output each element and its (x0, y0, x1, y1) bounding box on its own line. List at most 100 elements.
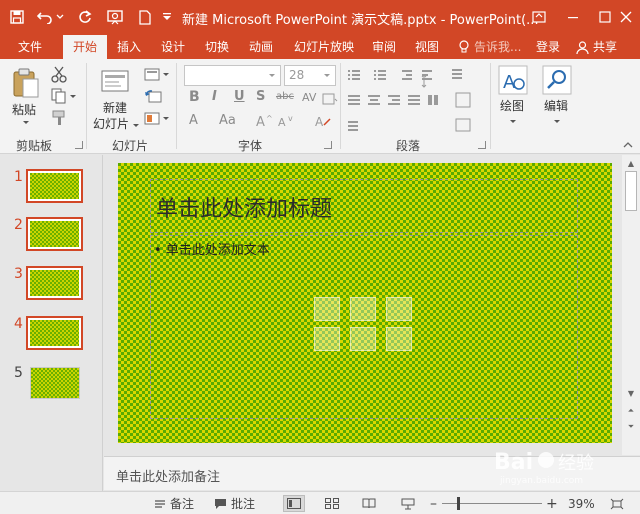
tab-view[interactable]: 视图 (406, 35, 448, 59)
reset-icon[interactable] (144, 89, 162, 105)
layout-icon[interactable] (144, 67, 170, 83)
insert-video-icon[interactable] (386, 327, 412, 351)
shadow-button[interactable]: S (256, 89, 265, 104)
editing-dropdown-icon[interactable] (552, 115, 562, 123)
svg-text:A: A (278, 116, 286, 129)
paragraph-dialog-launcher[interactable] (478, 141, 486, 149)
clipboard-group-label: 剪贴板 (16, 139, 53, 153)
search-icon[interactable] (542, 65, 572, 95)
paste-icon[interactable] (12, 67, 40, 99)
notes-toggle-label: 备注 (170, 497, 195, 511)
paste-dropdown-icon[interactable] (17, 117, 35, 127)
bold-button[interactable]: B (189, 89, 200, 105)
format-painter-icon[interactable] (50, 109, 68, 127)
minimize-icon[interactable] (560, 4, 586, 30)
tab-transitions[interactable]: 切换 (196, 35, 238, 59)
zoom-slider-thumb[interactable] (457, 497, 460, 510)
collapse-ribbon-icon[interactable] (622, 139, 634, 149)
tab-insert[interactable]: 插入 (108, 35, 150, 59)
insert-online-picture-icon[interactable] (350, 327, 376, 351)
save-icon[interactable] (6, 6, 28, 28)
zoom-level[interactable]: 39% (568, 495, 595, 512)
tell-me-box[interactable]: 告诉我... (458, 35, 521, 59)
comments-toggle-label: 批注 (231, 497, 256, 511)
slideshow-view-icon[interactable] (397, 495, 419, 512)
thumbnail-number: 3 (14, 266, 23, 282)
insert-picture-icon[interactable] (314, 327, 340, 351)
ribbon-display-options-icon[interactable] (526, 4, 552, 30)
italic-button[interactable]: I (212, 89, 217, 104)
customize-toolbar-icon[interactable] (156, 6, 178, 28)
strikethrough-button[interactable]: abc (276, 91, 294, 102)
scroll-up-icon[interactable]: ▲ (625, 157, 637, 169)
normal-view-icon[interactable] (283, 495, 305, 512)
vertical-scrollbar[interactable]: ▲ ▼ ⏶ ⏷ (622, 155, 640, 455)
slide-thumbnail-5[interactable] (30, 367, 80, 399)
comments-toggle-button[interactable]: 批注 (214, 495, 255, 512)
svg-text:v: v (288, 114, 293, 123)
tab-home[interactable]: 开始 (63, 35, 107, 59)
notes-placeholder[interactable]: 单击此处添加备注 (116, 466, 220, 485)
close-icon[interactable] (616, 4, 636, 30)
copy-icon[interactable] (50, 87, 78, 105)
new-slide-dropdown-icon[interactable] (131, 119, 141, 127)
new-document-icon[interactable] (134, 6, 156, 28)
title-placeholder[interactable]: 单击此处添加标题 (156, 191, 332, 223)
cut-icon[interactable] (50, 65, 68, 83)
tab-file[interactable]: 文件 (8, 35, 52, 59)
thumbnail-image (30, 221, 79, 247)
content-placeholder[interactable]: • 单击此处添加文本 (154, 239, 270, 258)
slide-thumbnail-1[interactable] (26, 169, 83, 203)
increase-decrease-font-icon[interactable]: A ^ Av (254, 113, 298, 130)
insert-chart-icon[interactable] (350, 297, 376, 321)
tab-animations[interactable]: 动画 (240, 35, 282, 59)
underline-button[interactable]: U (234, 89, 245, 104)
clear-formatting-icon[interactable]: A (314, 113, 332, 129)
notes-toggle-button[interactable]: 备注 (154, 495, 194, 512)
font-name-input[interactable] (184, 65, 281, 86)
slide-thumbnail-3[interactable] (26, 266, 83, 300)
drawing-dropdown-icon[interactable] (508, 115, 518, 123)
previous-slide-icon[interactable]: ⏶ (625, 405, 637, 417)
new-slide-label-1: 新建 (103, 101, 128, 115)
slide-thumbnail-2[interactable] (26, 217, 83, 251)
undo-dropdown-icon[interactable] (54, 6, 66, 28)
section-icon[interactable] (144, 111, 170, 127)
insert-smartart-icon[interactable] (386, 297, 412, 321)
tab-review[interactable]: 审阅 (364, 35, 404, 59)
redo-icon[interactable] (74, 6, 96, 28)
share-button[interactable]: 共享 (576, 35, 617, 59)
font-dialog-launcher[interactable] (324, 141, 332, 149)
fit-to-window-icon[interactable] (606, 495, 628, 512)
paste-label: 粘贴 (12, 103, 37, 117)
maximize-icon[interactable] (592, 4, 618, 30)
slide-sorter-view-icon[interactable] (321, 495, 343, 512)
lightbulb-icon (459, 40, 469, 53)
insert-table-icon[interactable] (314, 297, 340, 321)
tab-design[interactable]: 设计 (152, 35, 194, 59)
svg-text:jingyan.baidu.com: jingyan.baidu.com (499, 476, 583, 486)
baidu-watermark: Bai 经验 jingyan.baidu.com (494, 443, 614, 487)
clipboard-dialog-launcher[interactable] (75, 141, 83, 149)
slide-thumbnail-4[interactable] (26, 316, 83, 350)
login-link[interactable]: 登录 (536, 35, 560, 59)
next-slide-icon[interactable]: ⏷ (625, 421, 637, 433)
slide-canvas[interactable]: 单击此处添加标题 • 单击此处添加文本 (118, 163, 612, 443)
scroll-down-icon[interactable]: ▼ (625, 387, 637, 399)
zoom-in-button[interactable]: + (546, 495, 558, 512)
slideshow-icon[interactable] (104, 6, 126, 28)
zoom-out-button[interactable]: – (430, 495, 437, 512)
font-size-input[interactable]: 28 (284, 65, 336, 86)
scroll-thumb[interactable] (625, 171, 637, 211)
font-case-button[interactable]: Aa (219, 113, 236, 128)
change-case-icon[interactable] (322, 91, 338, 107)
char-spacing-button[interactable]: AV (302, 91, 316, 104)
tab-slideshow[interactable]: 幻灯片放映 (286, 35, 362, 59)
undo-icon[interactable] (34, 6, 56, 28)
drawing-icon[interactable]: A (498, 65, 528, 95)
reading-view-icon[interactable] (358, 495, 380, 512)
slide-editing-area: 单击此处添加标题 • 单击此处添加文本 (104, 155, 622, 455)
thumbnail-number: 4 (14, 316, 23, 332)
font-color-button[interactable]: A (189, 113, 198, 128)
new-slide-icon[interactable] (100, 67, 130, 95)
